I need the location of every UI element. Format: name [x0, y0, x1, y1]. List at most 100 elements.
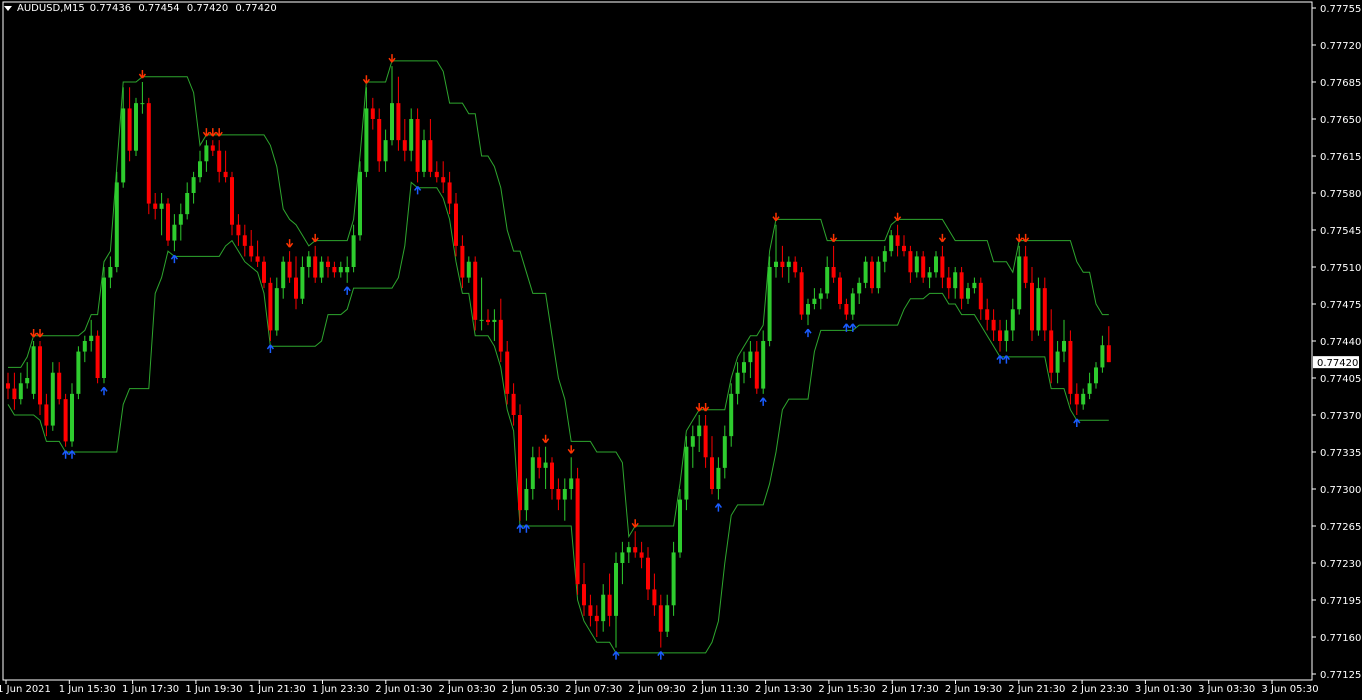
candle-body [614, 563, 618, 616]
x-tick-label: 1 Jun 17:30 [122, 684, 179, 695]
candle-body [1010, 309, 1015, 331]
candle-body [575, 478, 580, 585]
x-tick-label: 2 Jun 17:30 [882, 684, 939, 695]
x-tick-label: 2 Jun 09:30 [628, 684, 685, 695]
candle-body [146, 103, 151, 204]
candle-body [530, 457, 535, 489]
candle-body [306, 256, 311, 267]
candle-body [415, 119, 420, 172]
candle-body [895, 235, 900, 246]
candle-body [498, 319, 503, 352]
y-tick-label: 0.77510 [1320, 263, 1361, 274]
x-tick-label: 2 Jun 21:30 [1008, 684, 1065, 695]
candle-body [1004, 330, 1009, 341]
candle-body [588, 605, 593, 616]
candle-body [639, 552, 644, 558]
candle-body [217, 150, 222, 172]
candle-body [1087, 383, 1092, 394]
candle-body [690, 436, 695, 447]
candle-body [722, 436, 727, 468]
candle-body [882, 251, 887, 262]
candle-body [562, 489, 567, 500]
candle-body [812, 298, 817, 304]
candle-body [1062, 341, 1066, 352]
candle-body [511, 393, 516, 415]
y-tick-label: 0.77230 [1320, 559, 1361, 570]
candle-body [185, 193, 190, 215]
candle-body [396, 103, 401, 141]
candle-body [230, 177, 234, 225]
candle-body [748, 351, 753, 363]
candle-body [966, 288, 970, 299]
candle-body [710, 457, 714, 489]
x-tick-label: 2 Jun 15:30 [818, 684, 875, 695]
candle-body [972, 282, 977, 289]
candle-body [63, 399, 68, 442]
candle-body [998, 330, 1002, 341]
x-tick-label: 1 Jun 2021 [0, 684, 51, 695]
candle-body [620, 552, 625, 563]
candle-body [780, 261, 785, 267]
x-tick-label: 3 Jun 05:30 [1261, 684, 1318, 695]
candle-body [236, 224, 241, 236]
candle-body [735, 372, 740, 394]
candle-body [332, 267, 337, 273]
candle-body [281, 261, 286, 289]
candle-body [140, 103, 145, 105]
candle-body [6, 383, 10, 389]
candle-body [850, 293, 855, 315]
candle-body [127, 108, 132, 151]
candle-body [818, 293, 823, 299]
candle-body [946, 277, 951, 289]
y-tick-label: 0.77195 [1320, 596, 1361, 607]
candle-body [524, 489, 529, 511]
candle-body [466, 261, 471, 278]
candle-body [774, 261, 778, 267]
candle-body [25, 378, 30, 384]
candle-body [249, 245, 254, 257]
x-tick-label: 2 Jun 13:30 [755, 684, 812, 695]
candle-body [537, 457, 542, 468]
candle-body [1094, 367, 1098, 384]
candle-body [70, 393, 74, 442]
candle-body [1023, 256, 1028, 283]
y-tick-label: 0.77545 [1320, 226, 1361, 237]
candle-body [767, 267, 772, 341]
current-price-label: 0.77420 [1317, 358, 1358, 369]
y-tick-label: 0.77405 [1320, 374, 1361, 385]
candle-body [50, 372, 55, 426]
candle-body [364, 108, 369, 172]
candle-body [806, 304, 810, 315]
candle-body [370, 108, 375, 119]
candle-body [550, 462, 554, 489]
candle-body [684, 446, 689, 500]
candle-body [1106, 345, 1111, 363]
candle-body [262, 261, 266, 283]
candle-body [12, 388, 17, 400]
buy-arrow-icon [100, 386, 108, 396]
candle-body [742, 362, 746, 373]
y-tick-label: 0.77160 [1320, 633, 1361, 644]
candle-body [754, 351, 759, 389]
sell-arrow-icon [542, 434, 550, 444]
candle-body [1030, 282, 1034, 331]
buy-arrow-icon [714, 503, 722, 512]
candle-body [102, 277, 106, 378]
price-chart[interactable]: 0.77755 0.77720 0.77685 0.77650 0.77615 0.775… [0, 0, 1362, 700]
candle-body [1100, 345, 1105, 368]
candle-body [294, 277, 298, 299]
y-tick-label: 0.77300 [1320, 485, 1361, 496]
candle-body [658, 605, 663, 632]
candle-body [383, 140, 388, 162]
candle-body [569, 478, 574, 489]
x-tick-label: 2 Jun 05:30 [502, 684, 559, 695]
candle-body [441, 177, 446, 183]
candle-body [287, 261, 292, 278]
y-tick-label: 0.77650 [1320, 115, 1361, 126]
candle-body [409, 119, 414, 151]
x-tick-label: 1 Jun 23:30 [312, 684, 369, 695]
x-tick-label: 1 Jun 21:30 [249, 684, 306, 695]
candle-body [786, 261, 791, 267]
candle-body [985, 309, 990, 320]
candle-body [914, 256, 919, 273]
